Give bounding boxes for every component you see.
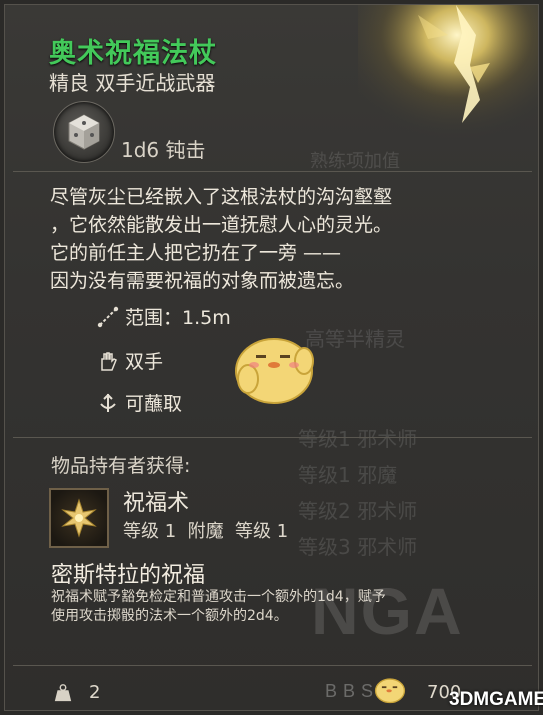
- divider: [13, 171, 532, 172]
- chick-sticker-icon: [235, 338, 314, 404]
- damage-text: 1d6 钝击: [121, 138, 206, 162]
- background-text: 等级1 邪魔: [298, 463, 398, 487]
- divider: [13, 665, 532, 666]
- spell-meta: 等级 1 附魔 等级 1: [123, 521, 289, 542]
- background-text: 等级2 邪术师: [298, 499, 418, 523]
- property-two-handed: 双手: [97, 347, 163, 374]
- background-text: 等级3 邪术师: [298, 535, 418, 559]
- chick-sticker-icon: [374, 678, 406, 704]
- description-line: 它的前任主人把它扔在了一旁 ——: [50, 242, 342, 264]
- property-label: 范围：1.5m: [125, 307, 231, 329]
- weight-value: 2: [89, 682, 101, 703]
- grants-header: 物品持有者获得:: [51, 455, 191, 477]
- item-type: 精良 双手近战武器: [49, 71, 216, 95]
- divider: [13, 437, 532, 438]
- item-tooltip: 熟练项加值 高等半精灵 等级1 邪术师 等级1 邪魔 等级2 邪术师 等级3 邪…: [4, 4, 543, 711]
- dippable-icon: [100, 393, 116, 412]
- two-handed-icon: [101, 351, 117, 371]
- staff-artwork-icon: [358, 5, 538, 155]
- range-icon: [97, 306, 119, 327]
- item-description: 尽管灰尘已经嵌入了这根法杖的沟沟壑壑 ，它依然能散发出一道抚慰人心的灵光。 它的…: [50, 183, 510, 295]
- property-dippable: 可蘸取: [97, 389, 182, 416]
- dice-icon: [53, 101, 115, 163]
- background-text: 熟练项加值: [310, 151, 400, 172]
- description-line: ，它依然能散发出一道抚慰人心的灵光。: [50, 214, 393, 236]
- description-line: 尽管灰尘已经嵌入了这根法杖的沟沟壑壑: [50, 186, 393, 208]
- description-line: 因为没有需要祝福的对象而被遗忘。: [50, 270, 355, 292]
- item-name: 奥术祝福法杖: [49, 38, 217, 69]
- property-range: 范围：1.5m: [97, 303, 231, 330]
- site-watermark: 3DMGAME: [449, 689, 543, 710]
- boon-title: 密斯特拉的祝福: [51, 563, 206, 588]
- property-label: 可蘸取: [125, 393, 183, 415]
- property-label: 双手: [125, 351, 164, 373]
- weight-icon: [54, 684, 72, 702]
- bless-icon[interactable]: [49, 488, 109, 548]
- spell-name: 祝福术: [123, 491, 190, 516]
- nga-watermark: NGA: [311, 574, 464, 648]
